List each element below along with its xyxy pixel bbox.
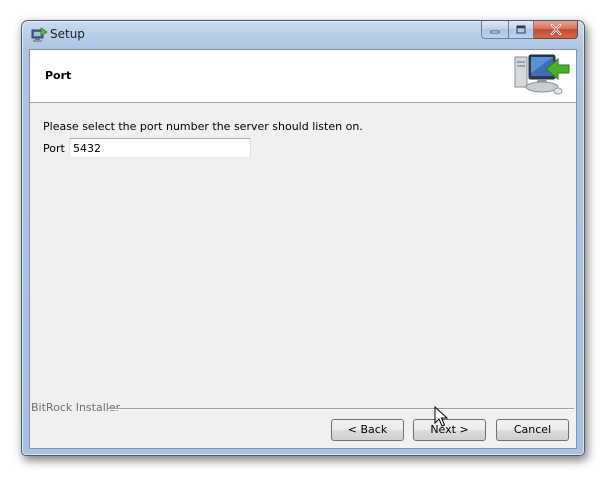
minimize-icon [490,30,500,33]
page-header: Port [30,50,576,103]
maximize-button[interactable] [508,21,534,39]
installer-page: Port Please select the port number the s… [29,49,577,449]
next-button[interactable]: Next > [413,419,486,441]
setup-app-icon [31,27,48,42]
mouse-pointer-icon [434,406,448,427]
page-title: Port [45,69,72,82]
installer-brand-label: BitRock Installer [31,401,121,414]
close-button[interactable] [534,21,578,39]
close-icon [550,24,561,35]
port-instruction: Please select the port number the server… [43,120,363,133]
back-button[interactable]: < Back [331,419,404,441]
window-controls [481,21,578,41]
port-input[interactable] [69,138,251,158]
window-title: Setup [50,27,85,41]
footer-divider [108,408,574,410]
cancel-button[interactable]: Cancel [496,419,569,441]
computer-arrow-icon [514,54,570,95]
title-bar[interactable]: Setup [22,21,584,49]
maximize-icon [516,25,526,33]
port-label: Port [43,142,65,155]
minimize-button[interactable] [481,21,508,39]
setup-window: Setup Port Please select the port number… [21,20,585,456]
